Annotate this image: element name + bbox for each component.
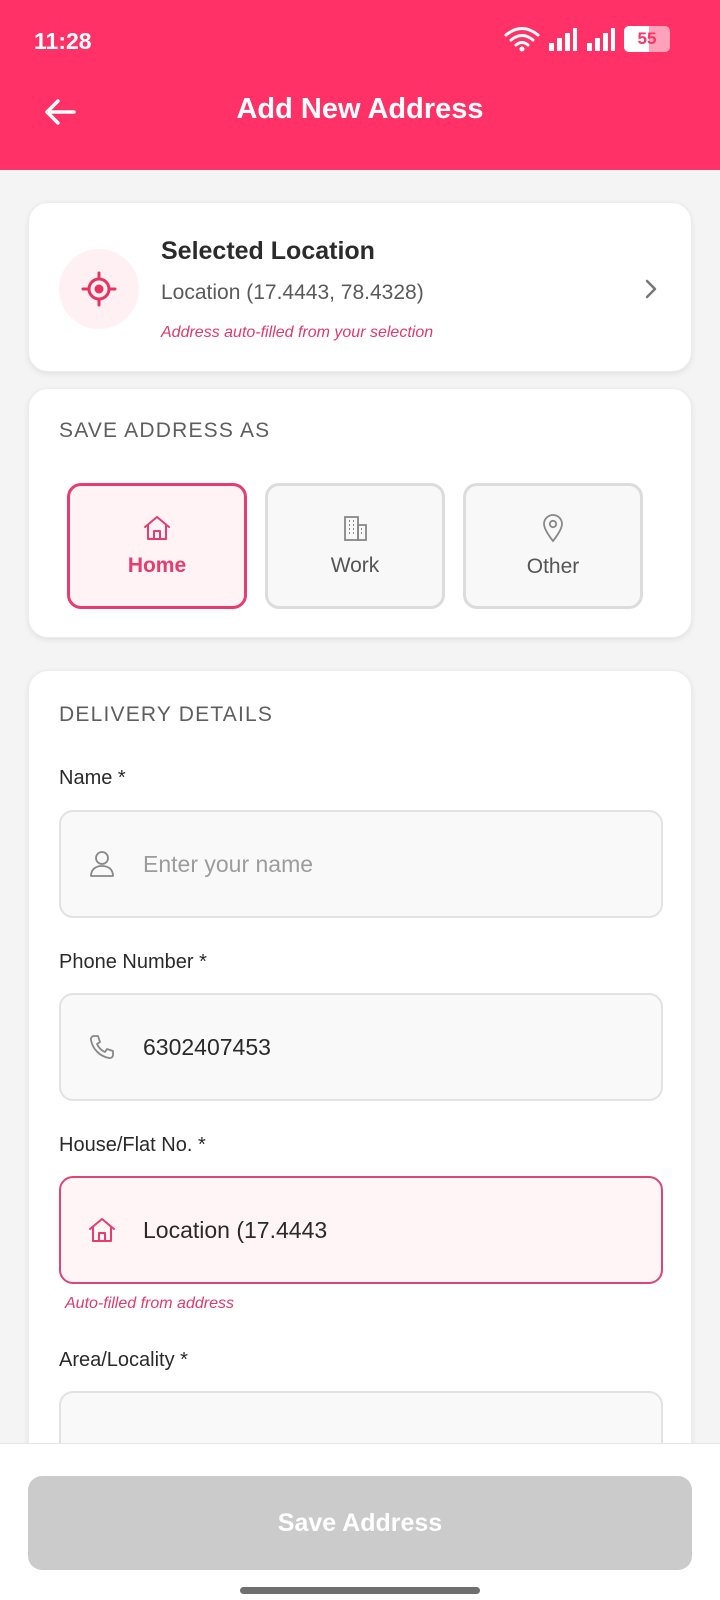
- status-icons: 55: [504, 26, 670, 52]
- phone-input[interactable]: [143, 1033, 623, 1061]
- signal-icon: [587, 28, 615, 51]
- address-type-other[interactable]: Other: [463, 483, 643, 609]
- chevron-right-icon: [645, 279, 657, 299]
- address-type-work[interactable]: Work: [265, 483, 445, 609]
- status-time: 11:28: [34, 28, 92, 54]
- selected-location-coordinates: Location (17.4443, 78.4328): [161, 281, 424, 304]
- user-icon: [90, 851, 114, 877]
- house-autofill-note: Auto-filled from address: [65, 1295, 234, 1312]
- save-address-as-card: SAVE ADDRESS AS Home Work Other: [28, 388, 692, 638]
- location-icon-badge: [59, 249, 139, 329]
- area-label: Area/Locality *: [59, 1349, 188, 1371]
- name-label: Name *: [59, 767, 126, 789]
- house-field[interactable]: [59, 1176, 663, 1284]
- app-header: 11:28 55 Add New Address: [0, 0, 720, 170]
- name-field[interactable]: [59, 810, 663, 918]
- delivery-details-card: DELIVERY DETAILS Name * Phone Number * H…: [28, 670, 692, 1499]
- wifi-icon: [504, 27, 540, 52]
- phone-icon: [90, 1035, 114, 1059]
- phone-label: Phone Number *: [59, 951, 207, 973]
- house-label: House/Flat No. *: [59, 1134, 206, 1156]
- save-address-button[interactable]: Save Address: [28, 1476, 692, 1570]
- delivery-details-title: DELIVERY DETAILS: [59, 703, 274, 726]
- home-indicator: [240, 1587, 480, 1594]
- page-title: Add New Address: [236, 93, 484, 125]
- home-icon: [144, 516, 170, 540]
- phone-field[interactable]: [59, 993, 663, 1101]
- address-type-home[interactable]: Home: [67, 483, 247, 609]
- selected-location-title: Selected Location: [161, 237, 375, 265]
- crosshair-icon: [81, 271, 117, 307]
- house-input[interactable]: [143, 1216, 623, 1244]
- selected-location-card[interactable]: Selected Location Location (17.4443, 78.…: [28, 202, 692, 372]
- signal-icon: [549, 28, 577, 51]
- address-type-label: Other: [526, 555, 580, 578]
- building-icon: [344, 516, 367, 541]
- home-icon: [89, 1218, 115, 1242]
- address-type-label: Work: [330, 554, 380, 577]
- autofill-note: Address auto-filled from your selection: [161, 324, 434, 341]
- address-type-label: Home: [127, 554, 187, 577]
- bottom-action-bar: Save Address: [0, 1443, 720, 1600]
- name-input[interactable]: [143, 850, 623, 878]
- battery-icon: 55: [624, 26, 670, 52]
- battery-percent: 55: [637, 29, 657, 48]
- save-address-as-title: SAVE ADDRESS AS: [59, 419, 271, 442]
- map-pin-icon: [543, 514, 563, 543]
